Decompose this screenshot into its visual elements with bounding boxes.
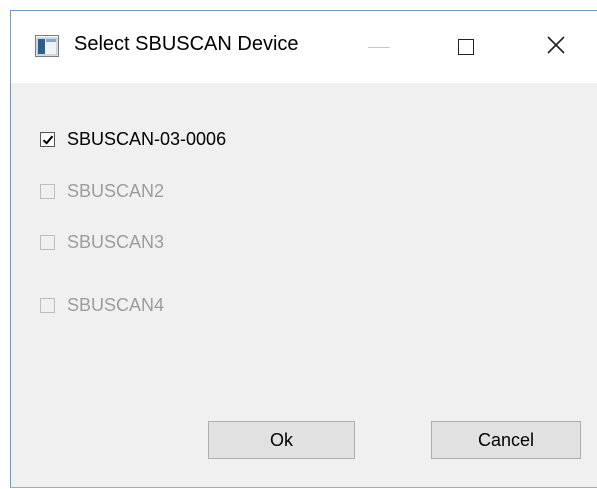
- device-checkbox-row[interactable]: SBUSCAN-03-0006: [40, 129, 226, 150]
- maximize-button[interactable]: [431, 11, 501, 83]
- close-icon: [546, 35, 566, 60]
- close-button[interactable]: [521, 11, 591, 83]
- cancel-button[interactable]: Cancel: [431, 421, 581, 459]
- window-title: Select SBUSCAN Device: [74, 33, 299, 55]
- ok-button[interactable]: Ok: [208, 421, 355, 459]
- minimize-button[interactable]: [344, 11, 414, 83]
- select-device-dialog: Select SBUSCAN Device SBUSCAN-03-0006 SB…: [10, 10, 597, 488]
- device-checkbox: [40, 235, 55, 250]
- device-checkbox-row: SBUSCAN4: [40, 295, 164, 316]
- title-bar[interactable]: Select SBUSCAN Device: [11, 11, 597, 83]
- device-checkbox: [40, 184, 55, 199]
- maximize-icon: [458, 39, 474, 55]
- device-checkbox-row: SBUSCAN3: [40, 232, 164, 253]
- minimize-icon: [368, 46, 390, 48]
- device-label: SBUSCAN-03-0006: [67, 129, 227, 149]
- device-checkbox: [40, 298, 55, 313]
- device-checkbox-row: SBUSCAN2: [40, 181, 164, 202]
- device-label: SBUSCAN3: [67, 232, 165, 252]
- device-label: SBUSCAN4: [67, 295, 165, 315]
- device-label: SBUSCAN2: [67, 181, 165, 201]
- device-checkbox[interactable]: [40, 132, 55, 147]
- app-window-icon: [35, 35, 59, 57]
